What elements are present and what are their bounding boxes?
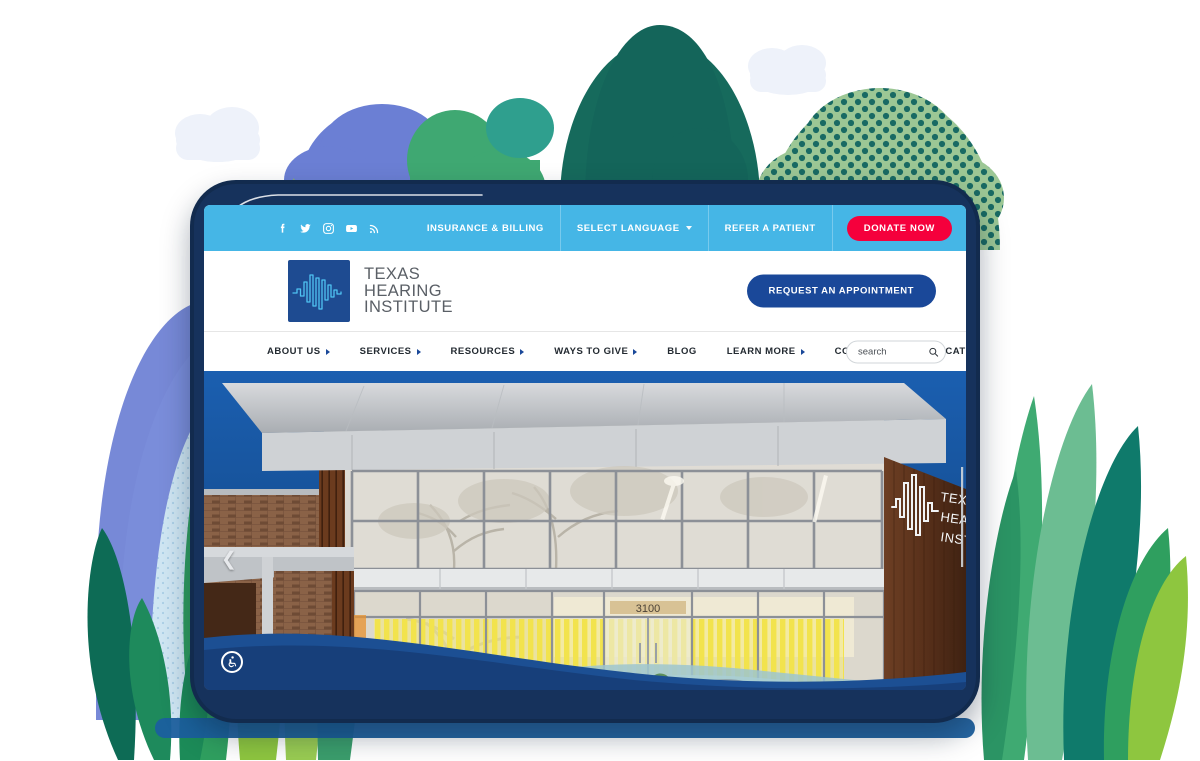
utility-item-refer-a-patient[interactable]: REFER A PATIENT [707, 205, 832, 251]
nav-item-label: WAYS TO GIVE [554, 346, 629, 357]
utility-item-select-language[interactable]: SELECT LANGUAGE [559, 205, 708, 251]
tablet-device: INSURANCE & BILLING SELECT LANGUAGE REFE… [190, 180, 980, 723]
search-input[interactable] [858, 346, 928, 357]
chevron-right-icon [416, 348, 421, 355]
nav-item-resources[interactable]: RESOURCES [436, 346, 540, 357]
utility-bar: INSURANCE & BILLING SELECT LANGUAGE REFE… [204, 205, 966, 251]
youtube-icon[interactable] [344, 222, 359, 235]
nav-item-label: ABOUT US [267, 346, 321, 357]
nav-item-label: LEARN MORE [726, 346, 796, 357]
hero-carousel: 3100 TEXAS HEARING INSTITUTE ❮ [204, 371, 966, 690]
site-logo-text: TEXAS HEARING INSTITUTE [364, 264, 453, 317]
rss-icon[interactable] [368, 222, 381, 235]
chevron-right-icon [633, 348, 638, 355]
site-logo[interactable]: TEXAS HEARING INSTITUTE [288, 260, 453, 322]
carousel-prev-button[interactable]: ❮ [218, 548, 240, 570]
accessibility-widget-button[interactable] [221, 651, 243, 673]
cloud-left [175, 107, 260, 162]
bg-right-leaves [981, 384, 1188, 760]
nav-item-services[interactable]: SERVICES [345, 346, 436, 357]
tablet-screen: INSURANCE & BILLING SELECT LANGUAGE REFE… [204, 205, 966, 690]
nav-item-learn-more[interactable]: LEARN MORE [712, 346, 820, 357]
address-number-text: 3100 [636, 603, 660, 615]
request-appointment-button[interactable]: REQUEST AN APPOINTMENT [746, 274, 936, 308]
soundwave-logo-icon [288, 260, 350, 322]
utility-item-label: INSURANCE & BILLING [426, 222, 544, 234]
chevron-right-icon [520, 348, 525, 355]
chevron-right-icon [800, 348, 805, 355]
wheelchair-accessibility-icon [228, 656, 237, 668]
social-links [276, 222, 381, 235]
instagram-icon[interactable] [322, 222, 335, 235]
utility-item-label: SELECT LANGUAGE [576, 222, 680, 234]
chevron-down-icon [685, 226, 692, 230]
cloud-right [748, 45, 826, 95]
donate-container: DONATE NOW [831, 205, 966, 251]
search-container[interactable] [846, 340, 946, 363]
logo-line-3: INSTITUTE [364, 298, 453, 317]
logo-line-1: TEXAS [364, 264, 421, 283]
main-navigation: ABOUT US SERVICES RESOURCES WAYS TO GIVE [204, 332, 966, 371]
facebook-icon[interactable] [276, 222, 289, 235]
nav-item-about-us[interactable]: ABOUT US [252, 346, 345, 357]
nav-item-ways-to-give[interactable]: WAYS TO GIVE [539, 346, 652, 357]
chevron-right-icon [325, 348, 330, 355]
nav-item-label: RESOURCES [450, 346, 516, 357]
site-header: TEXAS HEARING INSTITUTE REQUEST AN APPOI… [204, 251, 966, 332]
hero-wave-overlay [204, 633, 966, 690]
search-icon[interactable] [928, 346, 939, 357]
nav-item-blog[interactable]: BLOG [652, 346, 711, 357]
donate-now-button[interactable]: DONATE NOW [846, 215, 952, 241]
logo-line-2: HEARING [364, 281, 442, 300]
nav-item-label: BLOG [667, 346, 697, 357]
twitter-icon[interactable] [298, 222, 313, 235]
utility-item-insurance-billing[interactable]: INSURANCE & BILLING [411, 205, 560, 251]
utility-nav: INSURANCE & BILLING SELECT LANGUAGE REFE… [411, 205, 966, 251]
utility-item-label: REFER A PATIENT [724, 222, 816, 234]
page-root: INSURANCE & BILLING SELECT LANGUAGE REFE… [0, 0, 1200, 761]
nav-item-label: SERVICES [359, 346, 412, 357]
